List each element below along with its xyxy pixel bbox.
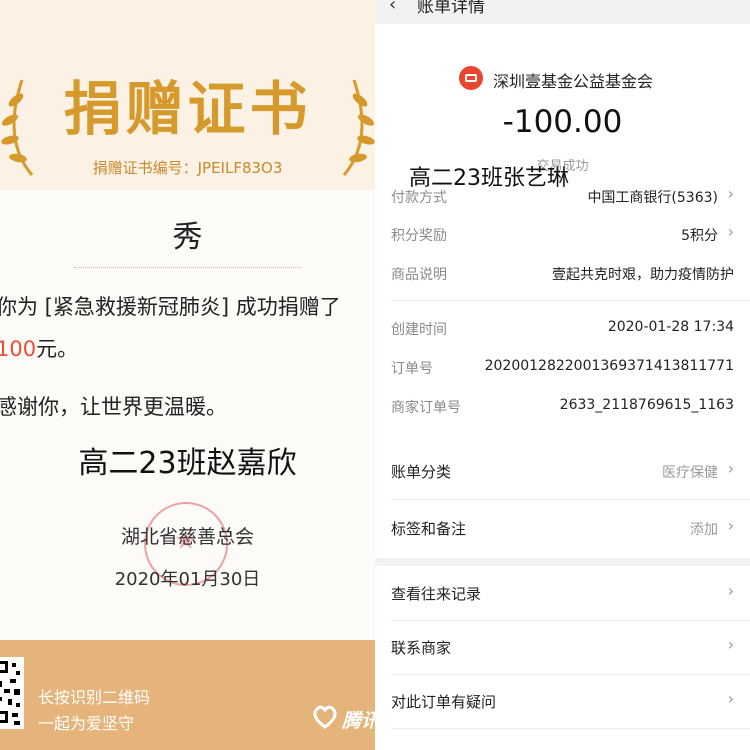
donation-certificate: 捐赠证书 捐赠证书编号：JPEILF83O3 秀 你为 [紧急救援新冠肺炎] 成…: [0, 0, 375, 750]
donation-amount: 100: [0, 337, 37, 361]
section-divider: [391, 300, 750, 301]
tencent-brand-text: 腾讯: [342, 710, 375, 732]
tags-notes-value[interactable]: 添加: [690, 519, 718, 539]
created-time-label: 创建时间: [391, 322, 447, 338]
chevron-right-icon[interactable]: ›: [728, 459, 734, 478]
merchant-order-label: 商家订单号: [391, 400, 461, 416]
merchant-order-value: 2633_2118769615_1163: [559, 397, 734, 413]
donation-statement: 你为 [紧急救援新冠肺炎] 成功捐赠了: [0, 295, 341, 319]
classification-card: 账单分类 医疗保健 › 标签和备注 添加 ›: [375, 441, 750, 558]
chevron-right-icon[interactable]: ›: [728, 689, 734, 708]
certificate-title: 捐赠证书: [63, 75, 312, 143]
transaction-amount: -100.00: [502, 104, 623, 140]
thanks-text: 感谢你，让世界更温暖。: [0, 395, 227, 419]
donor-name: 秀: [172, 220, 203, 255]
qr-code-icon[interactable]: [0, 657, 24, 729]
created-time-value: 2020-01-28 17:34: [607, 319, 734, 335]
chevron-right-icon[interactable]: ›: [728, 635, 734, 654]
tencent-heart-icon: [313, 705, 337, 729]
row-divider: [391, 728, 750, 729]
name-divider: [74, 267, 300, 268]
donation-currency: 元。: [36, 337, 79, 361]
order-number-value: 2020012822001369371413811771: [484, 358, 734, 374]
payment-method-value[interactable]: 中国工商银行(5363): [587, 187, 718, 207]
row-divider: [391, 499, 750, 500]
qr-instruction: 长按识别二维码: [38, 688, 151, 707]
product-desc-label: 商品说明: [391, 267, 447, 283]
chevron-right-icon[interactable]: ›: [728, 184, 734, 203]
contact-merchant-item[interactable]: 联系商家: [391, 637, 451, 658]
bill-category-value[interactable]: 医疗保健: [662, 462, 718, 482]
page-title: 账单详情: [417, 0, 485, 17]
actions-card: 查看往来记录 › 联系商家 › 对此订单有疑问 ›: [375, 566, 750, 750]
points-value[interactable]: 5积分: [681, 225, 718, 245]
bill-details-screen: ‹ 账单详情 深圳壹基金公益基金会 -100.00 交易成功 付款方式 中国工商…: [375, 0, 750, 750]
product-desc-value: 壹起共克时艰，助力疫情防护: [552, 267, 734, 283]
merchant-logo-icon: [459, 66, 483, 90]
row-divider: [391, 674, 750, 675]
tags-notes-label[interactable]: 标签和备注: [391, 518, 466, 539]
order-question-item[interactable]: 对此订单有疑问: [391, 691, 496, 712]
donation-amount-line: 100元。: [0, 333, 78, 363]
certificate-date: 2020年01月30日: [114, 569, 261, 590]
handwritten-class-name: 高二23班张艺琳: [409, 166, 569, 191]
chevron-right-icon[interactable]: ›: [728, 222, 734, 241]
issuing-organization: 湖北省慈善总会: [120, 526, 254, 548]
transaction-card: 深圳壹基金公益基金会 -100.00 交易成功 付款方式 中国工商银行(5363…: [375, 24, 750, 444]
merchant-name[interactable]: 深圳壹基金公益基金会: [493, 68, 653, 92]
certificate-number-value: JPEILF83O3: [197, 159, 283, 177]
row-divider: [391, 620, 750, 621]
chevron-right-icon[interactable]: ›: [728, 516, 734, 535]
back-arrow-icon[interactable]: ‹: [389, 0, 396, 15]
footer-slogan: 一起为爱坚守: [38, 714, 135, 733]
chevron-right-icon[interactable]: ›: [728, 581, 734, 600]
bill-category-label[interactable]: 账单分类: [391, 461, 451, 482]
nav-bar: ‹ 账单详情: [375, 0, 750, 22]
handwritten-class-name: 高二23班赵嘉欣: [78, 446, 297, 481]
certificate-number-label: 捐赠证书编号：: [92, 159, 198, 177]
view-history-item[interactable]: 查看往来记录: [391, 583, 481, 604]
certificate-number: 捐赠证书编号：JPEILF83O3: [0, 157, 375, 178]
order-number-label: 订单号: [391, 361, 433, 377]
points-label: 积分奖励: [391, 228, 447, 244]
